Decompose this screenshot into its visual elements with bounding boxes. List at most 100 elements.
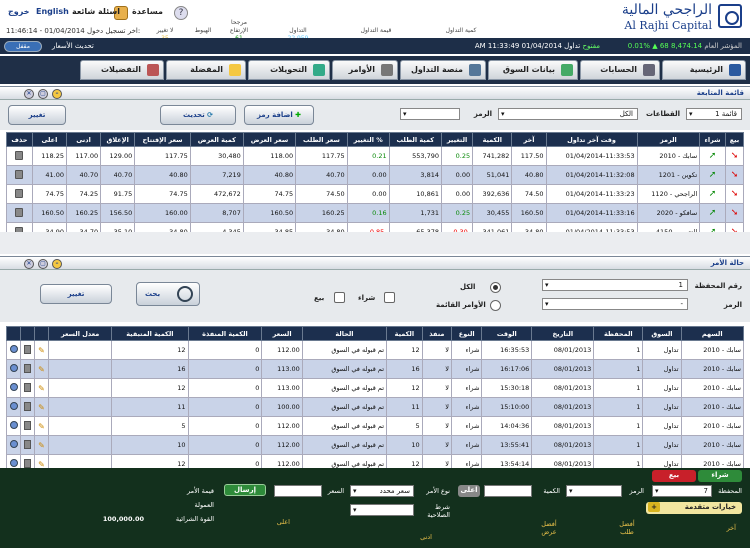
info-cell[interactable] [6, 340, 21, 360]
cancel-cell[interactable] [20, 378, 35, 398]
tab-orders[interactable]: الأوامر [332, 60, 398, 80]
buy-cell[interactable]: ➚ [699, 203, 726, 223]
sell-cell[interactable]: ➘ [724, 184, 745, 204]
info-icon[interactable] [9, 345, 18, 353]
buy-cell[interactable]: ➚ [699, 184, 726, 204]
sell-arrow-icon[interactable]: ➘ [731, 151, 739, 161]
sell-checkbox[interactable] [334, 292, 345, 303]
order-symbol-select[interactable]: - [542, 298, 688, 310]
buy-arrow-icon[interactable]: ➚ [709, 170, 717, 180]
delete-cell[interactable] [6, 184, 33, 204]
sell-cell[interactable]: ➘ [724, 146, 745, 166]
tab-market-data[interactable]: بيانات السوق [488, 60, 578, 80]
trash-icon[interactable] [15, 207, 24, 217]
restore-icon[interactable]: ▢ [38, 89, 48, 99]
info-icon[interactable] [9, 440, 18, 448]
watchlist-row[interactable]: 160.50 160.25 156.50 160.00 8,707 160.50 160.2… [6, 203, 745, 223]
refresh-button[interactable]: تحديث ⟳ [160, 105, 236, 125]
watchlist-col-header[interactable]: ادنى [65, 132, 102, 147]
trash-icon[interactable] [24, 344, 31, 354]
cancel-cell[interactable] [20, 416, 35, 436]
close-icon[interactable]: ✕ [24, 89, 34, 99]
orders-col-header[interactable]: السهم [680, 326, 745, 341]
tab-home[interactable]: الرئيسية [662, 60, 746, 80]
info-icon[interactable] [9, 364, 18, 372]
edit-cell[interactable]: ✎ [34, 378, 49, 398]
symbol-select[interactable] [400, 108, 460, 120]
watchlist-col-header[interactable]: سعر الإفتتاح [134, 132, 191, 147]
tab-transfers[interactable]: التحويلات [248, 60, 330, 80]
watchlist-col-header[interactable]: شراء [699, 132, 726, 147]
cancel-cell[interactable] [20, 397, 35, 417]
info-cell[interactable] [6, 359, 21, 379]
edit-cell[interactable]: ✎ [34, 359, 49, 379]
tab-preferences[interactable]: التفضيلات [80, 60, 164, 80]
sectors-select[interactable]: الكل [498, 108, 638, 120]
watchlist-col-header[interactable]: كمية العرض [189, 132, 244, 147]
orders-col-header[interactable]: الكمية المنفذة [187, 326, 263, 341]
orders-col-header[interactable]: الحالة [301, 326, 388, 341]
cancel-cell[interactable] [20, 359, 35, 379]
oe-symbol-select[interactable] [566, 485, 622, 497]
info-cell[interactable] [6, 378, 21, 398]
watchlist-col-header[interactable]: اعلى [31, 132, 67, 147]
order-row[interactable]: ✎ 16 0 113.00 تم قبوله في السوق 16 لا شراء 16:17… [6, 359, 745, 379]
english-link[interactable]: English [36, 7, 69, 16]
watchlist-col-header[interactable]: آخر [511, 132, 547, 147]
trash-icon[interactable] [24, 439, 31, 449]
order-row[interactable]: ✎ 11 0 100.00 تم قبوله في السوق 11 لا شراء 15:10… [6, 397, 745, 417]
edit-cell[interactable]: ✎ [34, 397, 49, 417]
buy-checkbox[interactable] [384, 292, 395, 303]
watchlist-row[interactable]: 41.00 40.70 40.70 40.80 7,219 40.80 40.70 0.00 3… [6, 165, 745, 185]
trash-icon[interactable] [15, 188, 24, 198]
send-order-button[interactable]: إرسال [224, 484, 266, 496]
info-cell[interactable] [6, 397, 21, 417]
sell-tab[interactable]: بيع [652, 470, 696, 482]
trash-icon[interactable] [24, 382, 31, 392]
order-row[interactable]: ✎ 5 0 112.00 تم قبوله في السوق 5 لا شراء 14:04:3… [6, 416, 745, 436]
watchlist-col-header[interactable]: التغيير [440, 132, 474, 147]
logout-link[interactable]: خروج [8, 7, 29, 16]
order-row[interactable]: ✎ 12 0 112.00 تم قبوله في السوق 12 لا شراء 16:35… [6, 340, 745, 360]
orders-col-header[interactable]: منفذ [421, 326, 453, 341]
sell-cell[interactable]: ➘ [724, 165, 745, 185]
trash-icon[interactable] [24, 363, 31, 373]
pencil-icon[interactable]: ✎ [38, 384, 45, 393]
info-cell[interactable] [6, 416, 21, 436]
help-link[interactable]: مساعدة [132, 7, 163, 16]
info-icon[interactable] [9, 402, 18, 410]
watchlist-row[interactable]: 74.75 74.25 91.75 74.75 472,672 74.75 74.50 0.0… [6, 184, 745, 204]
buy-cell[interactable]: ➚ [699, 165, 726, 185]
sell-cell[interactable]: ➘ [724, 203, 745, 223]
watchlist-select[interactable]: قائمة 1 [686, 108, 742, 120]
edit-cell[interactable]: ✎ [34, 340, 49, 360]
oe-price-input[interactable] [274, 485, 322, 497]
buy-arrow-icon[interactable]: ➚ [709, 151, 717, 161]
orders-col-header[interactable]: النوع [450, 326, 483, 341]
all-orders-radio[interactable] [490, 282, 501, 293]
watchlist-change-button[interactable]: تغيير [8, 105, 66, 125]
watchlist-col-header[interactable]: التغيير % [346, 132, 390, 147]
sell-arrow-icon[interactable]: ➘ [731, 170, 739, 180]
info-icon[interactable] [9, 421, 18, 429]
watchlist-col-header[interactable]: سعر العرض [242, 132, 297, 147]
oe-portfolio-select[interactable]: 7 [652, 485, 712, 497]
update-prices-toggle[interactable]: مقفل [4, 41, 42, 52]
pencil-icon[interactable]: ✎ [38, 403, 45, 412]
pencil-icon[interactable]: ✎ [38, 346, 45, 355]
restore-icon[interactable]: ▢ [38, 259, 48, 269]
watchlist-col-header[interactable]: الرمز [636, 132, 701, 147]
orders-col-header[interactable]: المحفظة [593, 326, 644, 341]
cancel-cell[interactable] [20, 435, 35, 455]
watchlist-row[interactable]: 118.25 117.00 129.00 117.75 30,480 118.00 117.… [6, 146, 745, 166]
order-change-button[interactable]: تغيير [40, 284, 112, 304]
watchlist-col-header[interactable]: الإغلاق [100, 132, 136, 147]
buy-tab[interactable]: شراء [698, 470, 742, 482]
orders-col-header[interactable]: الكمية [386, 326, 423, 341]
buy-arrow-icon[interactable]: ➚ [709, 189, 717, 199]
watchlist-col-header[interactable]: بيع [724, 132, 745, 147]
sell-arrow-icon[interactable]: ➘ [731, 208, 739, 218]
pencil-icon[interactable]: ✎ [38, 422, 45, 431]
add-symbol-button[interactable]: اضافة رمز ✚ [244, 105, 314, 125]
trash-icon[interactable] [15, 150, 24, 160]
